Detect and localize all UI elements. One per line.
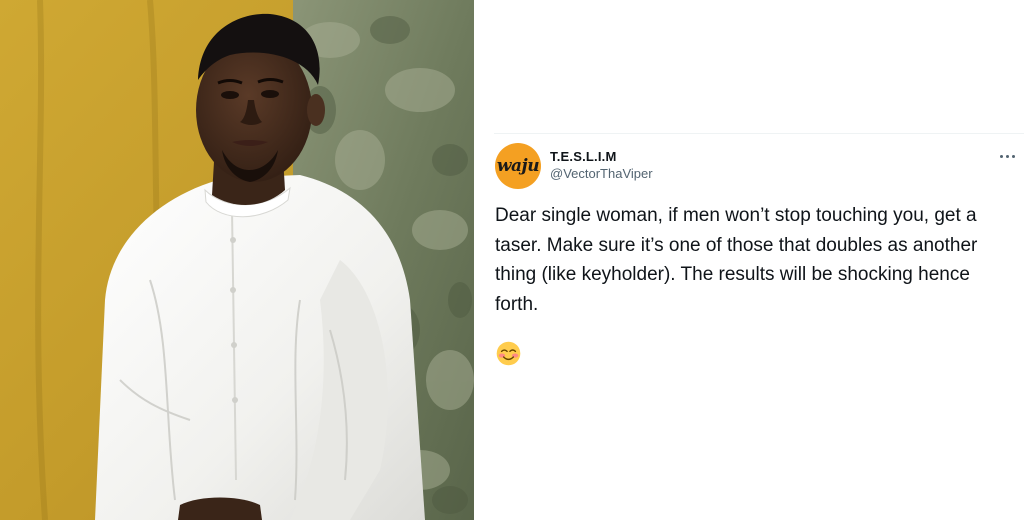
composite-image: waju T.E.S.L.I.M @VectorThaViper Dear si… [0,0,1024,520]
more-options-icon[interactable] [996,148,1018,164]
avatar-logo-text: waju [496,156,540,176]
portrait-photo [0,0,474,520]
portrait-illustration [0,0,474,520]
tweet-card: waju T.E.S.L.I.M @VectorThaViper Dear si… [474,0,1024,520]
smiling-face-with-blush-icon [496,341,521,366]
divider [494,133,1024,134]
user-handle[interactable]: @VectorThaViper [550,166,653,181]
avatar[interactable]: waju [495,143,541,189]
tweet-text: Dear single woman, if men won’t stop tou… [495,205,978,315]
display-name[interactable]: T.E.S.L.I.M [550,149,616,164]
